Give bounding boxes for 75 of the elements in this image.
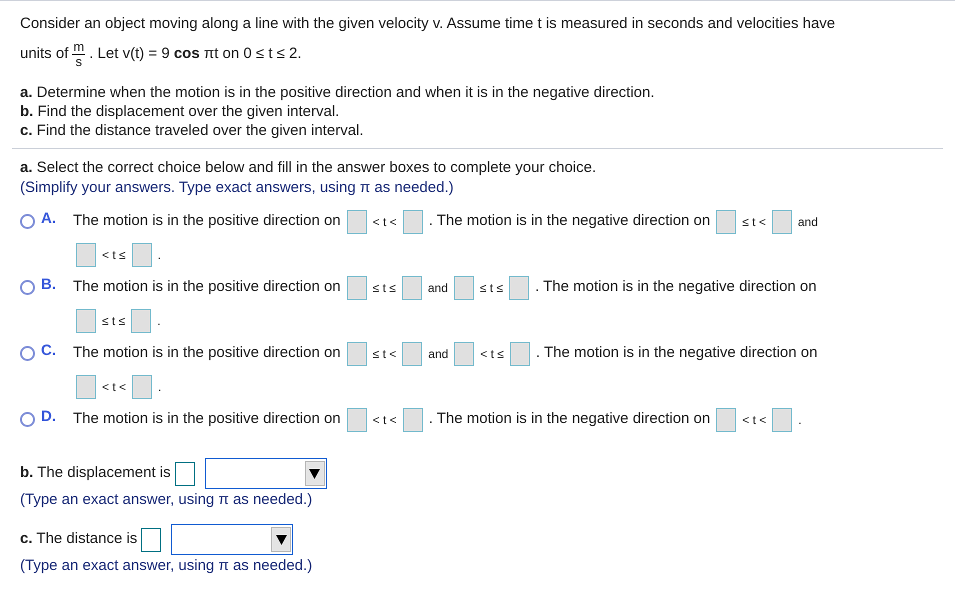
answer-box[interactable] bbox=[510, 342, 530, 366]
radio-button[interactable] bbox=[20, 346, 35, 360]
choice-text: < t < bbox=[742, 412, 766, 428]
choice-text: < t ≤ bbox=[480, 346, 504, 362]
answer-box[interactable] bbox=[346, 276, 367, 300]
answer-box[interactable] bbox=[454, 342, 474, 366]
answer-box[interactable] bbox=[772, 210, 792, 234]
answer-box[interactable] bbox=[346, 408, 367, 432]
answer-box[interactable] bbox=[76, 308, 96, 332]
task-text: c. Find the distance traveled over the given interval. bbox=[20, 120, 365, 140]
answer-box[interactable] bbox=[131, 308, 152, 332]
choice-text: The motion is in the positive direction on bbox=[73, 409, 341, 430]
answer-box[interactable] bbox=[132, 374, 152, 398]
task-text: b. Find the displacement over the given interval. bbox=[20, 102, 340, 120]
unit-dropdown[interactable] bbox=[171, 524, 294, 555]
hint-text: (Simplify your answers. Type exact answers, using π as needed.) bbox=[20, 178, 455, 198]
answer-prompt: b. The displacement is bbox=[20, 463, 171, 484]
choice-letter: C. bbox=[41, 340, 57, 360]
choice-text: and bbox=[798, 214, 818, 230]
problem-text: . Let v(t) = 9 cos πt on 0 ≤ t ≤ 2. bbox=[89, 44, 302, 64]
choice-text: The motion is in the positive direction on bbox=[73, 277, 341, 298]
answer-box[interactable] bbox=[402, 408, 423, 432]
caret-icon bbox=[271, 527, 292, 552]
answer-box[interactable] bbox=[402, 276, 422, 300]
choice-text: . The motion is in the negative direction on bbox=[536, 343, 818, 364]
answer-box[interactable] bbox=[76, 374, 96, 398]
answer-box[interactable] bbox=[772, 408, 792, 432]
choice-text: . bbox=[158, 246, 161, 264]
choice-text: . bbox=[158, 378, 162, 396]
caret-icon bbox=[304, 461, 325, 486]
task-text: a. Determine when the motion is in the positive direction and when it is in the negative direction. bbox=[20, 82, 656, 102]
answer-box[interactable] bbox=[509, 276, 530, 300]
radio-button[interactable] bbox=[20, 412, 35, 426]
answer-input[interactable] bbox=[174, 462, 195, 486]
unit-fraction: m s bbox=[72, 40, 86, 68]
choice-text: ≤ t ≤ bbox=[372, 280, 396, 296]
choice-text: . The motion is in the negative direction on bbox=[535, 277, 817, 298]
choice-text: < t ≤ bbox=[102, 246, 126, 264]
choice-letter: D. bbox=[41, 406, 57, 426]
choice-text: The motion is in the positive direction on bbox=[73, 343, 341, 364]
answer-box[interactable] bbox=[132, 242, 152, 266]
answer-box[interactable] bbox=[346, 210, 367, 234]
answer-box[interactable] bbox=[346, 342, 367, 366]
choice-letter: A. bbox=[41, 208, 57, 228]
problem-text: Consider an object moving along a line with the given velocity v. Assume time t is measured in seconds and velocities have bbox=[20, 14, 836, 34]
question-prompt: a. Select the correct choice below and fill in the answer boxes to complete your choice. bbox=[20, 158, 598, 178]
answer-box[interactable] bbox=[454, 276, 474, 300]
choice-text: ≤ t < bbox=[742, 214, 766, 230]
unit-dropdown[interactable] bbox=[204, 458, 327, 489]
answer-box[interactable] bbox=[76, 242, 96, 266]
choice-text: < t < bbox=[372, 214, 397, 230]
problem-text: units of bbox=[20, 44, 68, 64]
choice-text: ≤ t ≤ bbox=[102, 312, 126, 330]
radio-button[interactable] bbox=[20, 214, 35, 228]
choice-text: . The motion is in the negative direction on bbox=[428, 211, 710, 232]
hint-text: (Type an exact answer, using π as needed.) bbox=[20, 490, 314, 510]
answer-box[interactable] bbox=[716, 408, 736, 432]
choice-text: . bbox=[157, 312, 161, 330]
answer-box[interactable] bbox=[402, 210, 423, 234]
answer-box[interactable] bbox=[402, 342, 422, 366]
choice-letter: B. bbox=[41, 274, 57, 294]
choice-text: < t < bbox=[372, 412, 397, 428]
radio-button[interactable] bbox=[20, 280, 35, 294]
choice-text: ≤ t ≤ bbox=[480, 280, 504, 296]
answer-input[interactable] bbox=[141, 528, 162, 552]
choice-text: and bbox=[428, 280, 448, 296]
answer-box[interactable] bbox=[716, 210, 736, 234]
choice-text: . The motion is in the negative direction on bbox=[428, 409, 710, 430]
choice-text: < t < bbox=[102, 378, 126, 396]
choice-text: The motion is in the positive direction on bbox=[73, 211, 341, 232]
choice-text: ≤ t < bbox=[372, 346, 396, 362]
choice-text: and bbox=[428, 346, 448, 362]
choice-text: . bbox=[798, 412, 802, 428]
hint-text: (Type an exact answer, using π as needed.) bbox=[20, 556, 314, 576]
answer-prompt: c. The distance is bbox=[20, 529, 138, 550]
